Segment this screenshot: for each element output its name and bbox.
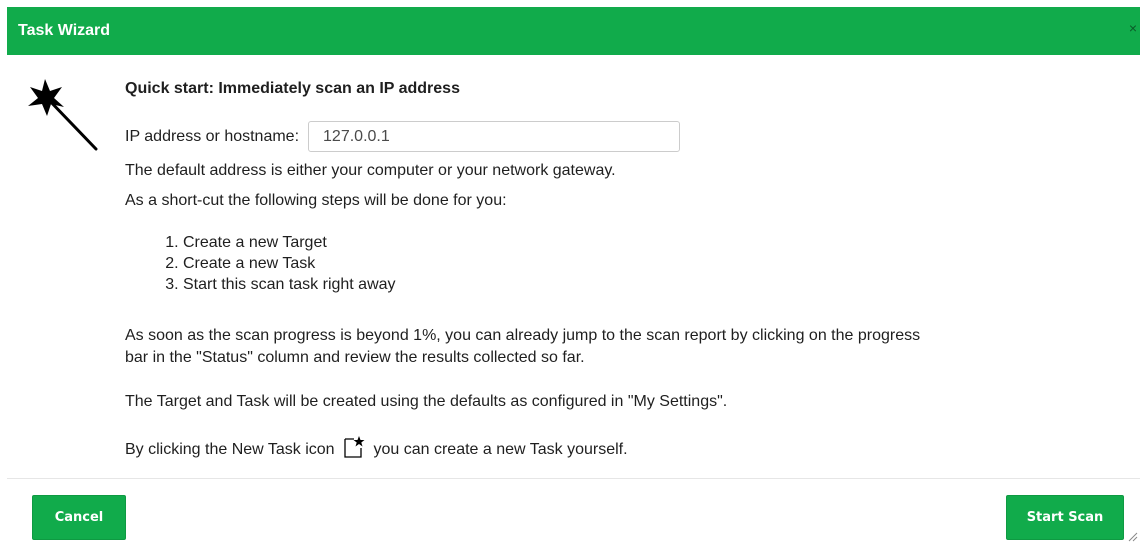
ip-address-label: IP address or hostname:	[125, 127, 300, 145]
close-icon[interactable]: ×	[1129, 21, 1137, 35]
task-wizard-dialog: Task Wizard × Quick start: Immediately s…	[0, 0, 1140, 544]
new-task-note-prefix: By clicking the New Task icon	[125, 441, 335, 458]
list-item: Start this scan task right away	[183, 274, 396, 295]
default-address-note: The default address is either your compu…	[125, 162, 616, 179]
magic-wand-icon	[28, 79, 98, 151]
dialog-title: Task Wizard	[18, 22, 111, 39]
dialog-titlebar[interactable]: Task Wizard ×	[7, 7, 1140, 55]
ip-address-row: IP address or hostname:	[125, 121, 681, 152]
list-item: Create a new Target	[183, 232, 396, 253]
progress-note-line-1: As soon as the scan progress is beyond 1…	[125, 327, 921, 344]
cancel-button[interactable]: Cancel	[32, 495, 126, 540]
start-scan-button[interactable]: Start Scan	[1006, 495, 1124, 540]
quick-start-heading: Quick start: Immediately scan an IP addr…	[125, 80, 460, 97]
new-task-note-suffix: you can create a new Task yourself.	[373, 441, 628, 458]
defaults-note: The Target and Task will be created usin…	[125, 393, 728, 410]
shortcut-note: As a short-cut the following steps will …	[125, 192, 507, 209]
ip-address-input[interactable]	[308, 121, 681, 152]
steps-list: Create a new Target Create a new Task St…	[145, 232, 396, 295]
new-task-note: By clicking the New Task icon you can cr…	[125, 436, 628, 460]
new-task-icon	[344, 436, 365, 458]
list-item: Create a new Task	[183, 253, 396, 274]
footer-divider	[7, 478, 1140, 479]
progress-note-line-2: bar in the "Status" column and review th…	[125, 349, 585, 366]
resize-grip-icon[interactable]	[1126, 530, 1138, 542]
